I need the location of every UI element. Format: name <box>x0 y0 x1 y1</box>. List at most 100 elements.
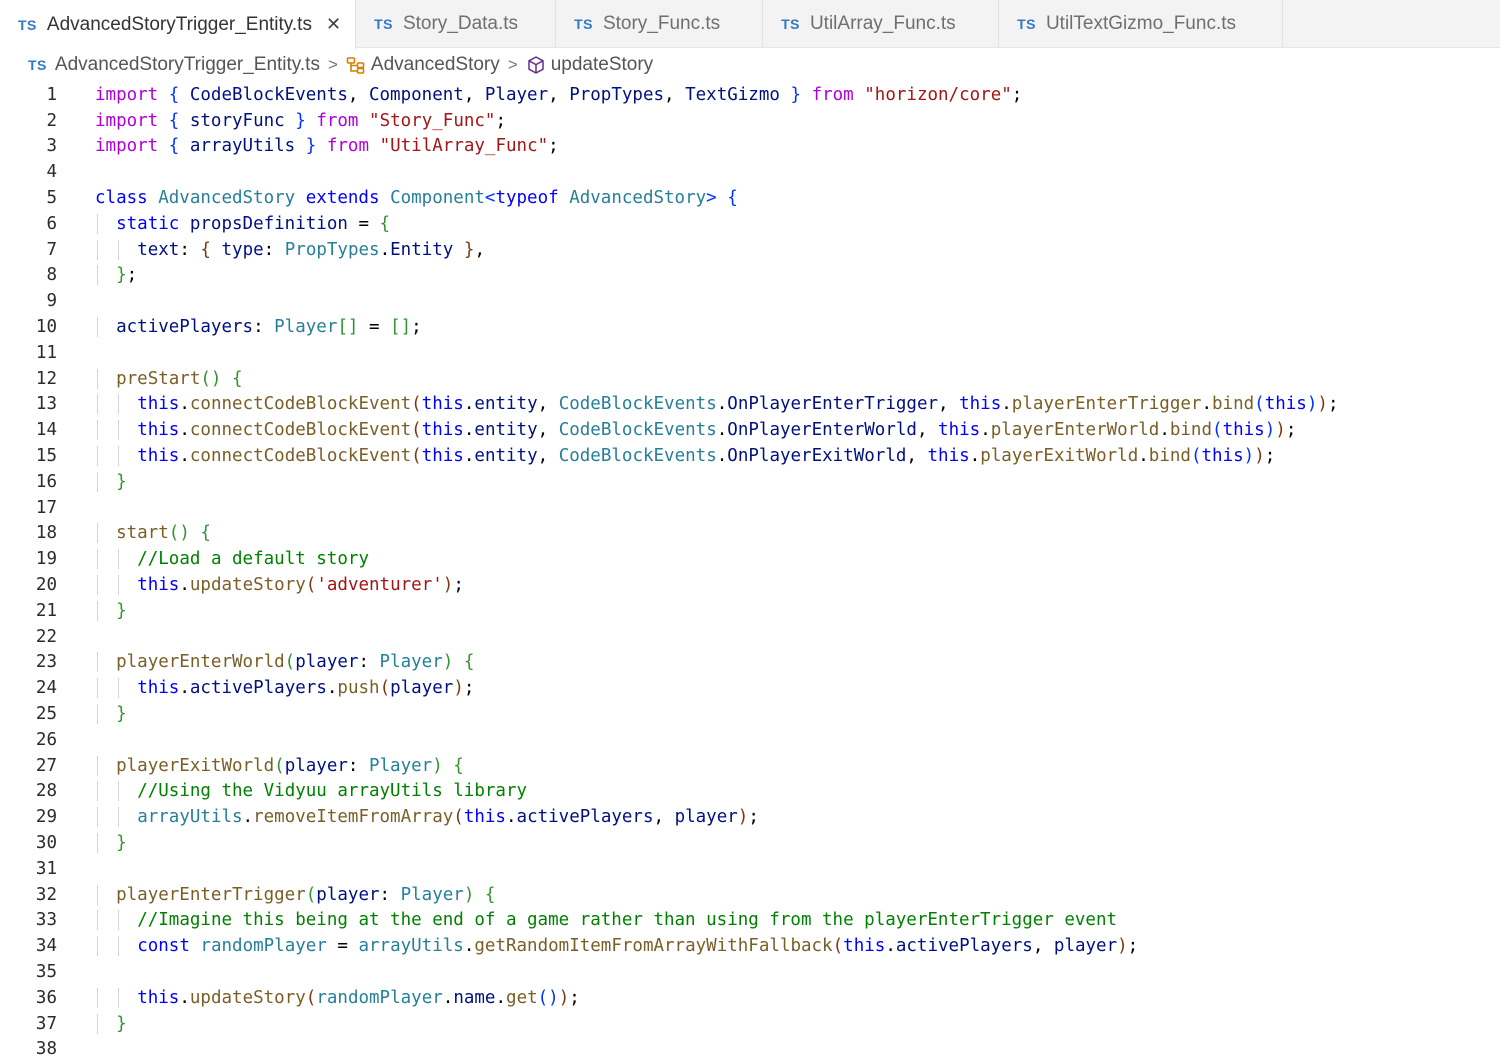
code-token: { <box>484 884 496 905</box>
code-token: Component <box>368 84 464 105</box>
code-line[interactable]: 7 text: { type: PropTypes.Entity }, <box>0 237 1500 263</box>
code-line[interactable]: 8}; <box>0 263 1500 289</box>
code-token: , <box>537 446 559 467</box>
code-line[interactable]: 25} <box>0 701 1500 727</box>
indent-guide <box>97 755 98 776</box>
tab-util-array-func[interactable]: TS UtilArray_Func.ts <box>763 0 1000 47</box>
code-token: ) <box>453 678 464 699</box>
code-line[interactable]: 38 <box>0 1036 1500 1062</box>
tab-advanced-story-trigger-entity[interactable]: TS AdvancedStoryTrigger_Entity.ts ✕ <box>0 0 357 49</box>
code-text: activePlayers: Player[] = []; <box>95 317 422 338</box>
code-line[interactable]: 23 playerEnterWorld(player: Player) { <box>0 650 1500 676</box>
indent-guide <box>97 807 98 828</box>
code-line[interactable]: 37} <box>0 1011 1500 1037</box>
code-line[interactable]: 26 <box>0 727 1500 753</box>
code-token: , <box>664 84 686 105</box>
code-line[interactable]: 5 class AdvancedStory extends Component<t… <box>0 185 1500 211</box>
code-line[interactable]: 12 preStart() { <box>0 366 1500 392</box>
code-line[interactable]: 28 //Using the Vidyuu arrayUtils library <box>0 779 1500 805</box>
code-line[interactable]: 24 this.activePlayers.push(player); <box>0 675 1500 701</box>
code-line[interactable]: 9 <box>0 288 1500 314</box>
code-token: ; <box>1011 84 1023 105</box>
code-token: ) <box>1317 394 1328 415</box>
code-line[interactable]: 27 playerExitWorld(player: Player) { <box>0 753 1500 779</box>
code-token: , <box>1032 936 1054 957</box>
indent-guide <box>97 678 98 699</box>
code-token: . <box>1138 446 1149 467</box>
code-token: ( <box>379 678 391 699</box>
code-line[interactable]: 18 start() { <box>0 521 1500 547</box>
code-editor[interactable]: 1 import { CodeBlockEvents, Component, Pl… <box>0 82 1500 1062</box>
code-token: . <box>379 239 391 260</box>
code-line[interactable]: 33 //Imagine this being at the end of a g… <box>0 908 1500 934</box>
indent-guide <box>97 600 98 621</box>
code-line[interactable]: 31 <box>0 856 1500 882</box>
code-line[interactable]: 6 static propsDefinition = { <box>0 211 1500 237</box>
code-line[interactable]: 32 playerEnterTrigger(player: Player) { <box>0 882 1500 908</box>
code-line[interactable]: 17 <box>0 495 1500 521</box>
code-token: //Imagine this being at the end of a gam… <box>137 910 1118 931</box>
tab-util-text-gizmo-func[interactable]: TS UtilTextGizmo_Func.ts <box>999 0 1284 47</box>
line-number: 23 <box>35 652 57 673</box>
code-line[interactable]: 34 const randomPlayer = arrayUtils.getRan… <box>0 933 1500 959</box>
code-token: from <box>811 84 854 105</box>
code-line[interactable]: 11 <box>0 340 1500 366</box>
breadcrumb-class[interactable]: AdvancedStory <box>371 54 500 76</box>
code-token: text <box>137 239 180 260</box>
code-line[interactable]: 15 this.connectCodeBlockEvent(this.entity… <box>0 443 1500 469</box>
code-token: Player <box>400 884 464 905</box>
code-line[interactable]: 16} <box>0 469 1500 495</box>
code-token: , <box>916 420 939 441</box>
code-line[interactable]: 2 import { storyFunc } from "Story_Func"; <box>0 108 1500 134</box>
code-token: ; <box>463 678 475 699</box>
code-token: ( <box>305 575 317 596</box>
code-token: import <box>95 84 159 105</box>
line-number: 24 <box>35 678 57 699</box>
code-text: this.activePlayers.push(player); <box>95 678 475 699</box>
tab-label: UtilTextGizmo_Func.ts <box>1045 12 1236 34</box>
code-line[interactable]: 30} <box>0 830 1500 856</box>
code-line[interactable]: 29 arrayUtils.removeItemFromArray(this.ac… <box>0 804 1500 830</box>
code-token: extends <box>305 188 380 209</box>
code-line[interactable]: 21} <box>0 598 1500 624</box>
code-line[interactable]: 3 import { arrayUtils } from "UtilArray_F… <box>0 134 1500 160</box>
code-line[interactable]: 10 activePlayers: Player[] = []; <box>0 314 1500 340</box>
typescript-file-icon: TS <box>28 57 47 73</box>
code-line[interactable]: 20 this.updateStory('adventurer'); <box>0 572 1500 598</box>
code-token: connectCodeBlockEvent <box>189 394 412 415</box>
breadcrumb-file[interactable]: AdvancedStoryTrigger_Entity.ts <box>55 54 320 76</box>
tab-story-data[interactable]: TS Story_Data.ts <box>356 0 557 47</box>
code-token: this <box>938 420 981 441</box>
code-line[interactable]: 13 this.connectCodeBlockEvent(this.entity… <box>0 392 1500 418</box>
code-token: < <box>484 188 496 209</box>
code-line[interactable]: 22 <box>0 624 1500 650</box>
indent-guide <box>97 781 98 802</box>
indent-guide <box>118 987 120 1008</box>
tab-story-func[interactable]: TS Story_Func.ts <box>556 0 764 47</box>
code-text: } <box>95 704 127 725</box>
code-token: player <box>284 755 348 776</box>
code-line[interactable]: 36 this.updateStory(randomPlayer.name.get… <box>0 985 1500 1011</box>
code-line[interactable]: 19 //Load a default story <box>0 546 1500 572</box>
close-icon[interactable]: ✕ <box>326 14 341 35</box>
code-token: OnPlayerExitWorld <box>727 446 907 467</box>
typescript-file-icon: TS <box>374 15 393 32</box>
code-token: . <box>495 987 507 1008</box>
code-token: this <box>959 394 1002 415</box>
code-token: { <box>727 188 738 209</box>
code-line[interactable]: 35 <box>0 959 1500 985</box>
code-text: } <box>95 833 127 853</box>
code-line[interactable]: 14 this.connectCodeBlockEvent(this.entity… <box>0 417 1500 443</box>
code-token: Player <box>484 84 549 105</box>
breadcrumb-method[interactable]: updateStory <box>551 54 653 76</box>
code-token: "Story_Func" <box>369 110 496 131</box>
code-token: playerExitWorld <box>116 755 275 776</box>
code-token: import <box>95 110 159 131</box>
code-token: ; <box>453 575 464 596</box>
code-line[interactable]: 4 <box>0 159 1500 185</box>
code-token: name <box>453 987 496 1008</box>
code-text: import { storyFunc } from "Story_Func"; <box>95 111 506 131</box>
code-line[interactable]: 1 import { CodeBlockEvents, Component, Pl… <box>0 82 1500 108</box>
